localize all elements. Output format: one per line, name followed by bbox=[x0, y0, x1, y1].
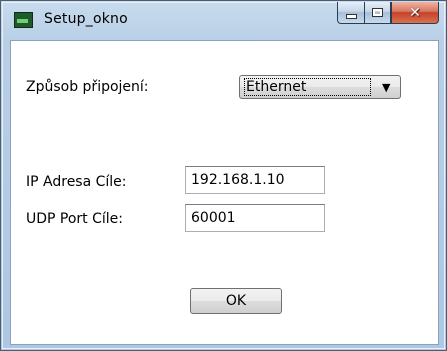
minimize-button[interactable] bbox=[337, 2, 364, 24]
setup-window: Setup_okno ✕ Způsob připojení: Ethernet … bbox=[0, 0, 447, 351]
connection-label: Způsob připojení: bbox=[26, 79, 149, 95]
app-window-icon bbox=[14, 12, 33, 28]
connection-selected-value: Ethernet bbox=[244, 78, 371, 96]
close-icon: ✕ bbox=[409, 4, 421, 21]
title-bar[interactable]: Setup_okno ✕ bbox=[1, 1, 446, 41]
udp-port-field[interactable]: 60001 bbox=[185, 204, 325, 232]
dropdown-arrow-icon: ▼ bbox=[382, 81, 391, 94]
minimize-icon bbox=[345, 14, 357, 19]
caption-buttons: ✕ bbox=[337, 2, 439, 24]
ip-address-label: IP Adresa Cíle: bbox=[26, 174, 127, 190]
window-title: Setup_okno bbox=[44, 11, 128, 27]
udp-port-label: UDP Port Cíle: bbox=[26, 211, 124, 227]
ok-button[interactable]: OK bbox=[190, 288, 282, 314]
close-button[interactable]: ✕ bbox=[391, 2, 439, 24]
ip-address-field[interactable]: 192.168.1.10 bbox=[185, 166, 325, 194]
client-area: Způsob připojení: Ethernet ▼ IP Adresa C… bbox=[10, 40, 439, 345]
connection-combobox[interactable]: Ethernet ▼ bbox=[239, 75, 401, 99]
maximize-icon bbox=[372, 8, 383, 17]
maximize-button[interactable] bbox=[364, 2, 391, 24]
